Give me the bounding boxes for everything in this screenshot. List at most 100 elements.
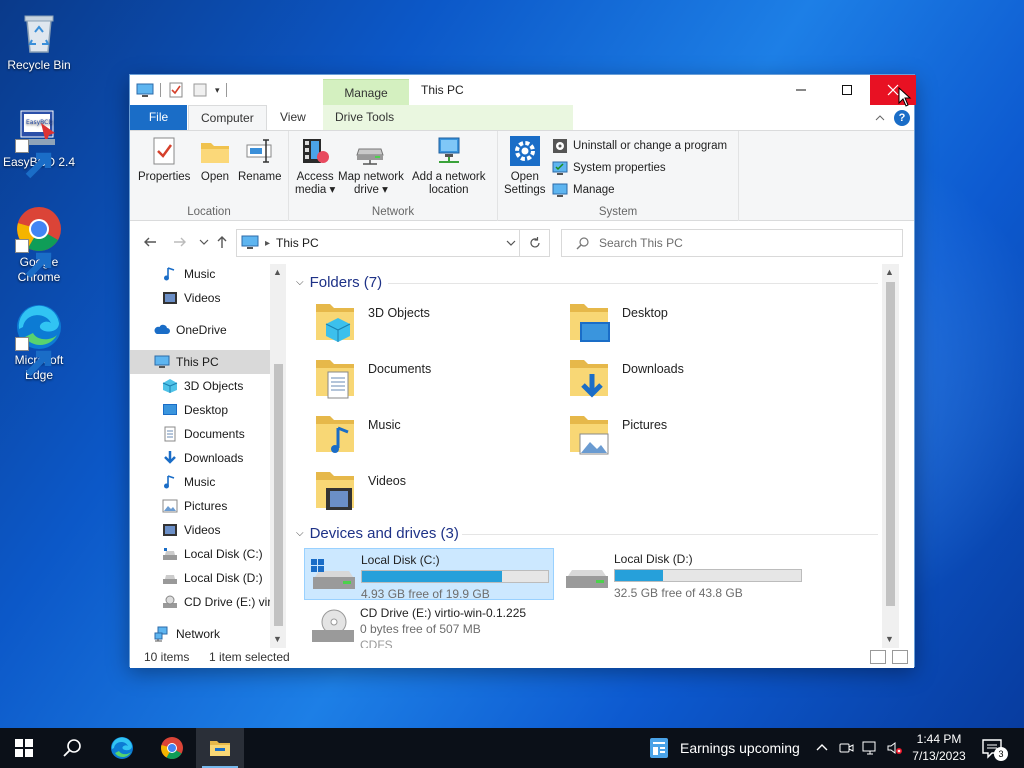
start-button[interactable] [0,728,48,768]
scrollbar-thumb[interactable] [886,282,895,606]
nav-item-cd-drive-e[interactable]: CD Drive (E:) virt [130,590,275,614]
collapse-chevron-icon[interactable]: ⌵ [296,528,304,539]
properties-qat-icon[interactable] [167,81,185,99]
system-properties-icon [552,161,568,175]
nav-item-onedrive[interactable]: OneDrive [130,318,270,342]
weather-widget[interactable]: Earnings upcoming [648,728,800,768]
maximize-button[interactable] [824,75,870,105]
navigation-row: ▸ This PC Search This PC [130,222,914,264]
context-tab-manage[interactable]: Manage [323,79,409,105]
folder-desktop[interactable]: Desktop [566,298,806,350]
large-icons-view-icon[interactable] [892,650,908,664]
ribbon: Properties Open Rename Location Access me… [130,130,914,221]
tab-view[interactable]: View [268,105,318,130]
back-button[interactable] [142,234,158,250]
scroll-down-icon[interactable]: ▼ [885,634,894,644]
add-network-location-button[interactable]: Add a network location [412,135,486,197]
ribbon-group-location: Properties Open Rename Location [130,131,289,221]
taskbar-file-explorer[interactable] [196,728,244,768]
nav-item-pictures[interactable]: Pictures [130,494,270,518]
desktop-icon-chrome[interactable]: Google Chrome [2,205,76,285]
open-button[interactable]: Open [199,135,231,184]
nav-item-videos[interactable]: Videos [130,286,270,310]
network-icon[interactable] [862,740,878,756]
folder-videos[interactable]: Videos [312,466,552,518]
minimize-button[interactable] [778,75,824,105]
desktop-icon-easybcd[interactable]: EasyBCD EasyBCD 2.4 [2,105,76,179]
nav-item-local-disk-c[interactable]: Local Disk (C:) [130,542,270,566]
cd-drive-icon [308,608,356,644]
search-box[interactable]: Search This PC [561,229,903,257]
map-network-drive-button[interactable]: Map network drive ▾ [338,135,404,197]
folder-music[interactable]: Music [312,410,552,462]
nav-item-local-disk-d[interactable]: Local Disk (D:) [130,566,270,590]
up-button[interactable] [214,234,230,250]
details-view-icon[interactable] [870,650,886,664]
open-settings-button[interactable]: Open Settings [504,135,546,197]
tab-file[interactable]: File [130,105,187,130]
breadcrumb-chevron-icon[interactable]: ▸ [265,238,270,249]
minimize-icon [796,89,806,91]
properties-button[interactable]: Properties [138,135,190,184]
taskbar: Earnings upcoming 1:44 PM 7/13/2023 3 [0,728,1024,768]
rename-button[interactable]: Rename [238,135,281,184]
folders-section-header[interactable]: ⌵ Folders (7) [296,274,382,291]
nav-item-videos[interactable]: Videos [130,518,270,542]
forward-button[interactable] [172,234,188,250]
nav-item-desktop[interactable]: Desktop [130,398,270,422]
customize-qat-chevron-icon[interactable]: ▾ [215,85,220,96]
drive-cd-drive-e[interactable]: CD Drive (E:) virtio-win-0.1.225 0 bytes… [304,602,554,648]
nav-item-this-pc[interactable]: This PC [130,350,270,374]
scrollbar-thumb[interactable] [274,364,283,626]
desktop-icon-edge[interactable]: Microsoft Edge [2,303,76,383]
folder-downloads[interactable]: Downloads [566,354,806,406]
nav-item-music[interactable]: Music [130,264,270,286]
collapse-ribbon-icon[interactable] [874,112,886,124]
nav-item-music[interactable]: Music [130,470,270,494]
toolbar-separator [225,83,227,97]
nav-item-3d-objects[interactable]: 3D Objects [130,374,270,398]
recent-locations-button[interactable] [196,234,212,250]
uninstall-program-button[interactable]: Uninstall or change a program [552,138,727,154]
refresh-button[interactable] [519,230,549,256]
action-center-button[interactable]: 3 [980,736,1008,761]
nav-item-network[interactable]: Network [130,622,270,646]
ribbon-group-label: Location [187,206,231,218]
view-switcher [870,650,908,664]
drive-local-disk-c[interactable]: Local Disk (C:) 4.93 GB free of 19.9 GB [304,548,554,601]
folder-documents[interactable]: Documents [312,354,552,406]
title-bar[interactable]: ▾ Manage This PC [130,75,916,105]
drives-section-header[interactable]: ⌵ Devices and drives (3) [296,525,459,542]
taskbar-chrome[interactable] [148,728,196,768]
help-icon[interactable]: ? [894,110,910,126]
chevron-up-icon[interactable] [814,740,830,756]
content-scrollbar[interactable]: ▲ ▼ [882,264,899,648]
access-media-button[interactable]: Access media ▾ [295,135,335,197]
desktop-icon-recycle-bin[interactable]: Recycle Bin [2,8,76,73]
meet-now-icon[interactable] [838,740,854,756]
address-bar[interactable]: ▸ This PC [236,229,550,257]
folder-pictures[interactable]: Pictures [566,410,806,462]
address-dropdown-icon[interactable] [505,237,517,249]
folder-3d-objects[interactable]: 3D Objects [312,298,552,350]
taskbar-edge[interactable] [98,728,146,768]
scroll-down-icon[interactable]: ▼ [273,634,282,644]
taskbar-search-button[interactable] [48,728,96,768]
scroll-up-icon[interactable]: ▲ [273,267,282,277]
nav-item-documents[interactable]: Documents [130,422,270,446]
clock[interactable]: 1:44 PM 7/13/2023 [908,731,970,765]
system-properties-button[interactable]: System properties [552,160,666,176]
scroll-up-icon[interactable]: ▲ [885,267,894,277]
new-folder-qat-icon[interactable] [191,81,209,99]
manage-button[interactable]: Manage [552,182,615,198]
nav-item-downloads[interactable]: Downloads [130,446,270,470]
nav-pane-scrollbar[interactable]: ▲ ▼ [270,264,286,648]
mouse-cursor-icon [898,87,912,107]
drive-local-disk-d[interactable]: Local Disk (D:) 32.5 GB free of 43.8 GB [558,548,808,600]
add-network-location-icon [438,137,460,163]
drive-icon [163,548,177,560]
breadcrumb-this-pc[interactable]: This PC [276,236,319,250]
volume-muted-icon[interactable] [886,740,902,756]
tab-computer[interactable]: Computer [188,105,267,130]
collapse-chevron-icon[interactable]: ⌵ [296,277,304,288]
